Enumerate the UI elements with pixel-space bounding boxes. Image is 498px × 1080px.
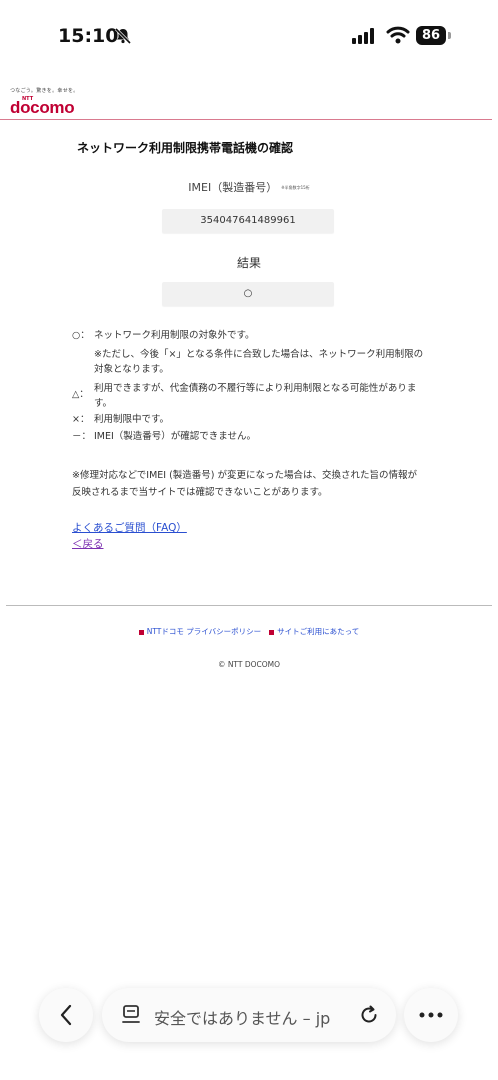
more-options-button[interactable] <box>404 988 458 1042</box>
legend-text: 利用できますが、代金債務の不履行等により利用制限となる可能性があります。 <box>94 383 417 409</box>
legend-item: ○： ネットワーク利用制限の対象外です。 <box>72 328 255 343</box>
signal-icon <box>352 28 374 44</box>
legend-text: 利用制限中です。 <box>94 414 170 425</box>
result-label: 結果 <box>236 256 261 270</box>
battery-indicator: 86 <box>416 26 446 45</box>
page-icon[interactable] <box>122 1004 140 1026</box>
bullet-icon <box>138 629 144 635</box>
browser-back-button[interactable] <box>39 988 93 1042</box>
terms-link[interactable]: サイトご利用にあたって <box>277 627 359 636</box>
page-title: ネットワーク利用制限携帯電話機の確認 <box>77 141 294 155</box>
wifi-icon <box>386 26 410 44</box>
docomo-logo[interactable]: docomo <box>10 98 75 118</box>
header-divider <box>0 119 492 120</box>
copyright: © NTT DOCOMO <box>217 660 281 669</box>
legend-sub-note: ※ただし、今後「×」となる条件に合致した場合は、ネットワーク利用制限の対象となり… <box>94 349 424 375</box>
brand-tagline: つなごう。驚きを。幸せを。 <box>10 88 79 94</box>
legend-text: IMEI（製造番号）が確認できません。 <box>94 431 257 442</box>
battery-tip <box>448 32 451 39</box>
status-time: 15:10 <box>58 25 119 47</box>
legend-item: ×： 利用制限中です。 <box>72 412 169 427</box>
imei-label-text: IMEI（製造番号） <box>188 181 278 194</box>
legend-symbol: ×： <box>72 414 90 425</box>
imei-label: IMEI（製造番号） ※半角数字15桁 <box>0 179 498 195</box>
imei-value-field: 354047641489961 <box>162 209 334 233</box>
legend-symbol: △： <box>72 389 89 400</box>
bullet-icon <box>269 629 275 635</box>
privacy-policy-link[interactable]: NTTドコモ プライバシーポリシー <box>147 627 261 636</box>
result-value-field: ○ <box>162 282 334 306</box>
back-link[interactable]: ＜戻る <box>72 536 104 551</box>
address-text[interactable]: 安全ではありません – jp <box>154 1005 330 1029</box>
imei-note: ※半角数字15桁 <box>281 185 310 190</box>
reload-icon[interactable] <box>358 1003 380 1025</box>
bell-slash-icon <box>114 27 132 45</box>
address-bar[interactable]: 安全ではありません – jp <box>102 988 396 1042</box>
legend-symbol: ○： <box>72 330 90 341</box>
imei-change-note: ※修理対応などでIMEI (製造番号) が変更になった場合は、交換された旨の情報… <box>72 470 418 498</box>
faq-link[interactable]: よくあるご質問（FAQ） <box>72 520 187 535</box>
legend-symbol: －： <box>72 431 92 442</box>
legend-item: －： IMEI（製造番号）が確認できません。 <box>72 429 256 444</box>
back-chevron-icon <box>60 1004 72 1026</box>
legend-item: △： 利用できますが、代金債務の不履行等により利用制限となる可能性があります。 <box>72 381 422 411</box>
footer-divider <box>6 605 492 606</box>
more-icon <box>419 1012 443 1018</box>
footer-links: NTTドコモ プライバシーポリシー サイトご利用にあたって <box>0 626 498 637</box>
legend-text: ネットワーク利用制限の対象外です。 <box>94 330 255 341</box>
